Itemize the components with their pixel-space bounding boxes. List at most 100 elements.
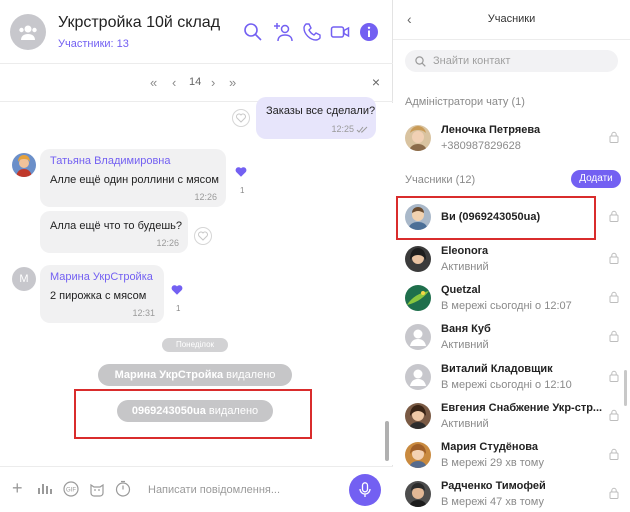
contact-search-input[interactable] — [433, 53, 609, 69]
group-avatar[interactable] — [10, 14, 46, 50]
highlight-frame — [74, 389, 312, 439]
chat-members-count[interactable]: Участники: 13 — [58, 38, 129, 50]
default-avatar-icon — [410, 369, 426, 386]
add-participant-icon[interactable] — [273, 22, 293, 42]
pager-prev-button[interactable]: ‹ — [172, 75, 176, 90]
lock-icon — [609, 291, 619, 303]
member-name: Quetzal — [441, 284, 481, 296]
message-sender[interactable]: Татьяна Владимировна — [50, 155, 171, 167]
gif-icon[interactable]: GIF — [63, 481, 79, 497]
like-button[interactable] — [232, 163, 250, 181]
pager-close-button[interactable]: × — [372, 74, 380, 90]
pager-next-button[interactable]: › — [211, 75, 215, 90]
message-text: Алла ещё что то будешь? — [50, 220, 182, 232]
voice-message-button[interactable] — [349, 474, 381, 506]
add-member-button[interactable]: Додати — [571, 170, 621, 188]
message-time: 12:25 — [331, 124, 354, 134]
message-time: 12:26 — [194, 192, 217, 202]
message-time: 12:31 — [132, 308, 155, 318]
lock-icon — [609, 409, 619, 421]
heart-icon — [236, 113, 246, 123]
video-icon[interactable] — [330, 22, 350, 42]
message-bubble-outgoing[interactable]: Заказы все сделали? 12:25 — [256, 97, 376, 139]
pager-first-button[interactable]: « — [150, 75, 157, 90]
message-bubble[interactable]: Татьяна Владимировна Алле ещё один ролли… — [40, 149, 226, 207]
pager-page-number: 14 — [189, 76, 202, 88]
lock-icon — [609, 330, 619, 342]
message-list[interactable]: Заказы все сделали? 12:25 Татьяна Владим… — [0, 97, 393, 465]
chat-window: Укрстройка 10й склад Участники: 13 « ‹ 1… — [0, 0, 393, 512]
member-status: В мережі сьогодні о 12:07 — [441, 300, 572, 312]
member-item[interactable]: Quetzal В мережі сьогодні о 12:07 — [393, 279, 630, 319]
member-name: Ваня Куб — [441, 323, 491, 335]
lock-icon — [609, 252, 619, 264]
contact-search[interactable] — [405, 50, 618, 72]
member-avatar — [405, 442, 431, 468]
member-avatar — [405, 246, 431, 272]
pager-last-button[interactable]: » — [229, 75, 236, 90]
member-item[interactable]: Мария Студёнова В мережі 29 хв тому — [393, 436, 630, 476]
default-avatar-icon — [410, 329, 426, 346]
member-item[interactable]: Eleonora Активний — [393, 240, 630, 280]
panel-scrollbar[interactable] — [624, 370, 627, 406]
panel-title: Учасники — [487, 13, 536, 25]
mic-icon — [359, 482, 371, 497]
panel-header: ‹ Учасники — [393, 0, 630, 40]
like-button[interactable] — [168, 281, 186, 299]
info-icon[interactable] — [359, 22, 379, 42]
like-button[interactable] — [194, 227, 212, 245]
lock-icon — [609, 370, 619, 382]
member-status: Активний — [441, 418, 489, 430]
message-text: 2 пирожка с мясом — [50, 290, 147, 302]
svg-text:GIF: GIF — [66, 488, 76, 494]
participants-panel: ‹ Учасники Адміністратори чату (1) Леноч… — [393, 0, 630, 512]
member-avatar — [405, 285, 431, 311]
message-input[interactable] — [148, 481, 338, 499]
heart-icon — [198, 231, 208, 241]
message-bubble[interactable]: Марина УкрСтройка 2 пирожка с мясом 12:3… — [40, 265, 164, 323]
sticker-icon[interactable] — [89, 481, 105, 497]
search-icon — [415, 56, 426, 67]
system-message: Марина УкрСтройка видалено — [98, 364, 292, 386]
member-item[interactable]: Ваня Куб Активний — [393, 318, 630, 358]
member-status: +380987829628 — [441, 140, 521, 152]
day-separator: Понеділок — [162, 338, 228, 352]
member-item[interactable]: Евгения Снабжение Укр-стр... Активний — [393, 397, 630, 437]
chat-title: Укрстройка 10й склад — [58, 14, 221, 31]
phone-icon[interactable] — [302, 22, 322, 42]
message-time: 12:26 — [156, 238, 179, 248]
sender-avatar[interactable] — [12, 153, 36, 177]
member-status: Активний — [441, 261, 489, 273]
members-section-title: Учасники (12) — [405, 174, 476, 186]
timer-icon[interactable] — [115, 480, 131, 497]
system-message-name: Марина УкрСтройка — [114, 369, 224, 381]
member-status: В мережі сьогодні о 12:10 — [441, 379, 572, 391]
member-item[interactable]: Радченко Тимофей В мережі 47 хв тому — [393, 475, 630, 512]
lock-icon — [609, 210, 619, 222]
message-composer: + GIF — [0, 466, 393, 512]
member-item[interactable]: Виталий Кладовщик В мережі сьогодні о 12… — [393, 358, 630, 398]
member-avatar — [405, 324, 431, 350]
like-count: 1 — [240, 186, 245, 195]
member-status: В мережі 47 хв тому — [441, 496, 544, 508]
chat-scrollbar[interactable] — [385, 421, 389, 461]
highlight-frame — [396, 196, 596, 240]
chat-header: Укрстройка 10й склад Участники: 13 — [0, 0, 393, 64]
member-name: Радченко Тимофей — [441, 480, 546, 492]
sender-avatar[interactable]: М — [12, 267, 36, 291]
message-bubble[interactable]: Алла ещё что то будешь? 12:26 — [40, 211, 188, 253]
audio-icon[interactable] — [37, 482, 53, 496]
like-count: 1 — [176, 304, 181, 313]
message-sender[interactable]: Марина УкрСтройка — [50, 271, 153, 283]
member-name: Леночка Петряева — [441, 124, 541, 136]
plus-icon[interactable]: + — [12, 478, 23, 499]
search-icon[interactable] — [243, 22, 263, 42]
message-text: Заказы все сделали? — [266, 105, 376, 117]
member-status: Активний — [441, 339, 489, 351]
member-avatar — [405, 481, 431, 507]
like-button[interactable] — [232, 109, 250, 127]
heart-icon — [171, 285, 183, 295]
heart-icon — [235, 167, 247, 177]
member-name: Виталий Кладовщик — [441, 363, 553, 375]
admin-item[interactable]: Леночка Петряева +380987829628 — [393, 119, 630, 159]
